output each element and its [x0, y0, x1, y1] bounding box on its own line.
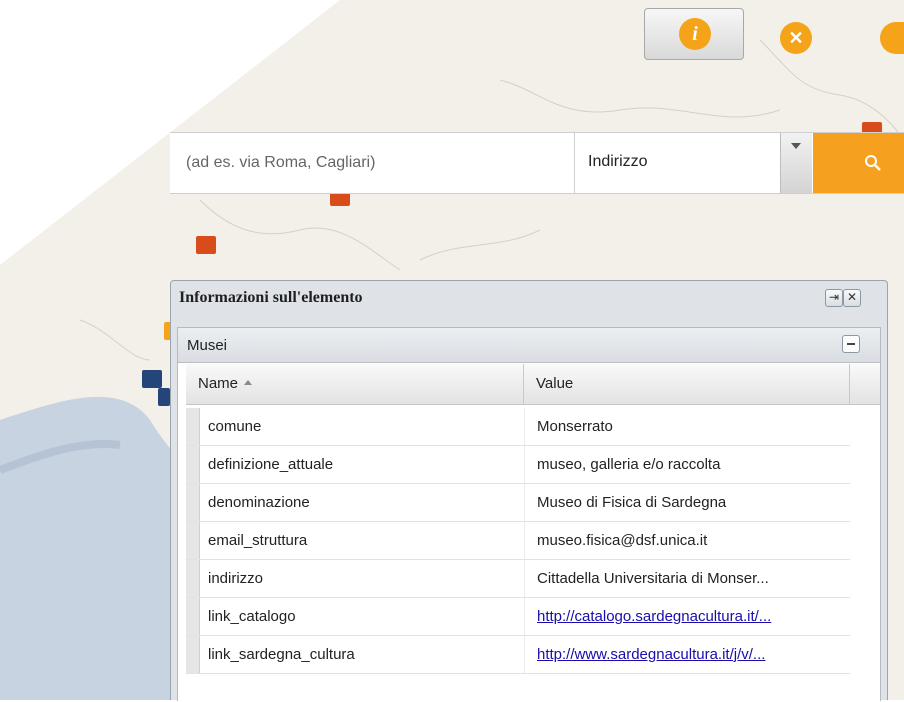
column-header-spacer [850, 364, 880, 404]
address-search-input[interactable] [170, 133, 574, 193]
property-value-link[interactable]: http://catalogo.sardegnacultura.it/... [524, 598, 840, 635]
property-value: museo.fisica@dsf.unica.it [524, 522, 840, 559]
property-name: indirizzo [208, 570, 264, 587]
row-marker [186, 446, 200, 483]
address-search-bar: Indirizzo [170, 132, 904, 194]
property-name: comune [208, 418, 262, 435]
column-header-value-label: Value [536, 375, 574, 392]
property-name: email_struttura [208, 532, 308, 549]
property-name: denominazione [208, 494, 310, 511]
poi-marker[interactable] [142, 370, 162, 388]
property-name: link_catalogo [208, 608, 296, 625]
row-marker [186, 522, 200, 559]
pin-icon[interactable]: ⇥ [825, 289, 843, 307]
collapse-icon[interactable] [842, 335, 860, 353]
table-row[interactable]: denominazione Museo di Fisica di Sardegn… [186, 484, 850, 522]
info-tool-button[interactable]: i [644, 8, 744, 60]
group-header[interactable]: Musei [178, 328, 880, 363]
row-marker [186, 636, 200, 673]
info-icon: i [679, 18, 711, 50]
table-row[interactable]: comune Monserrato [186, 408, 850, 446]
group-title: Musei [187, 337, 228, 354]
museum-marker[interactable] [330, 192, 350, 206]
table-row[interactable]: definizione_attuale museo, galleria e/o … [186, 446, 850, 484]
sort-asc-icon [244, 379, 253, 385]
property-value: Cittadella Universitaria di Monser... [524, 560, 840, 597]
property-name: definizione_attuale [208, 456, 334, 473]
search-type-dropdown-button[interactable] [780, 133, 812, 193]
property-grid: Name Value comune Monserrato definizione… [186, 364, 880, 702]
property-name: link_sardegna_cultura [208, 646, 355, 663]
row-marker [186, 484, 200, 521]
row-marker [186, 560, 200, 597]
column-header-value[interactable]: Value [524, 364, 850, 404]
search-divider [574, 133, 575, 193]
museum-marker[interactable] [196, 236, 216, 254]
zoom-icon[interactable] [880, 22, 904, 54]
close-icon[interactable]: ✕ [843, 289, 861, 307]
property-value: museo, galleria e/o raccolta [524, 446, 840, 483]
close-circle-icon[interactable]: ✕ [780, 22, 812, 54]
group-musei: Musei Name Value comune Monserrato defin… [177, 327, 881, 702]
table-row[interactable]: link_sardegna_cultura http://www.sardegn… [186, 636, 850, 674]
row-marker [186, 598, 200, 635]
grid-header: Name Value [186, 364, 880, 405]
table-row[interactable]: link_catalogo http://catalogo.sardegnacu… [186, 598, 850, 636]
table-row[interactable]: indirizzo Cittadella Universitaria di Mo… [186, 560, 850, 598]
property-value: Museo di Fisica di Sardegna [524, 484, 840, 521]
column-header-name-label: Name [198, 375, 239, 392]
panel-title: Informazioni sull'elemento [179, 289, 363, 306]
search-icon [865, 155, 881, 171]
table-row[interactable]: email_struttura museo.fisica@dsf.unica.i… [186, 522, 850, 560]
search-type-select[interactable]: Indirizzo [588, 153, 648, 171]
poi-marker[interactable] [158, 388, 170, 406]
property-value-link[interactable]: http://www.sardegnacultura.it/j/v/... [524, 636, 840, 673]
row-marker [186, 408, 200, 445]
column-header-name[interactable]: Name [186, 364, 524, 404]
chevron-down-icon [791, 143, 801, 149]
feature-info-window: Informazioni sull'elemento ⇥ ✕ Musei Nam… [170, 280, 888, 702]
property-value: Monserrato [524, 408, 840, 445]
search-submit-button[interactable] [813, 133, 904, 193]
